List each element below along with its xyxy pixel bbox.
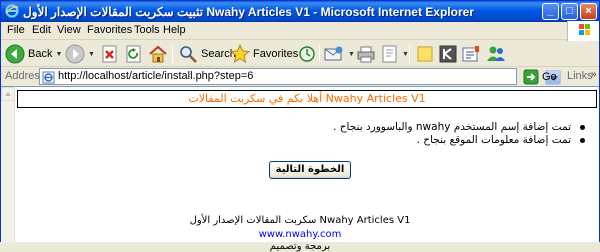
k-letter-icon <box>439 45 457 63</box>
stop-button[interactable] <box>101 43 119 65</box>
refresh-button[interactable] <box>125 43 143 65</box>
minimize-button[interactable]: _ <box>542 3 559 20</box>
menu-favorites[interactable]: Favorites <box>87 24 132 36</box>
address-bar: Address http://localhost/article/install… <box>1 67 599 86</box>
close-button[interactable]: × <box>580 3 597 20</box>
forward-arrow-icon <box>65 44 85 64</box>
history-button[interactable] <box>297 43 317 65</box>
links-label[interactable]: Links <box>567 70 593 82</box>
mail-dropdown-icon[interactable]: ▼ <box>348 51 355 58</box>
menu-view[interactable]: View <box>57 24 81 36</box>
go-arrow-icon <box>523 69 539 84</box>
windows-logo-icon <box>567 21 599 41</box>
go-label: Go <box>542 70 557 83</box>
next-step-button[interactable]: الخطوة التالية <box>269 161 351 179</box>
scroll-up-button[interactable] <box>1 87 15 101</box>
browser-window: تثبيت سكربت المقالات الإصدار الأول Nwahy… <box>0 0 600 252</box>
search-icon <box>180 46 197 63</box>
window-title: تثبيت سكربت المقالات الإصدار الأول Nwahy… <box>23 5 474 19</box>
home-icon <box>149 45 167 63</box>
menu-edit[interactable]: Edit <box>32 24 51 36</box>
edit-button[interactable]: ▼ <box>381 43 409 65</box>
back-button[interactable]: Back ▼ <box>5 43 62 65</box>
history-icon <box>299 46 315 62</box>
chevron-right-icon[interactable]: » <box>591 69 597 80</box>
menu-bar: File Edit View Favorites Tools Help <box>1 22 599 40</box>
toolbar: Back ▼ ▼ Search Favorites ▼ ▼ <box>1 41 599 67</box>
home-button[interactable] <box>148 43 168 65</box>
refresh-icon <box>126 45 141 63</box>
favorites-button[interactable]: Favorites <box>230 43 298 65</box>
edit-dropdown-icon[interactable]: ▼ <box>402 51 409 58</box>
research-icon <box>462 46 479 62</box>
favorites-star-icon <box>230 44 250 64</box>
menu-file[interactable]: File <box>7 24 25 36</box>
note-icon <box>417 46 433 62</box>
title-bar[interactable]: تثبيت سكربت المقالات الإصدار الأول Nwahy… <box>1 1 599 22</box>
discuss-button[interactable] <box>415 43 435 65</box>
favorites-label: Favorites <box>253 48 299 60</box>
footer-link-line: www.nwahy.com <box>1 229 599 240</box>
menu-tools[interactable]: Tools <box>134 24 160 36</box>
status-message: تمت إضافة إسم المستخدم nwahy والباسوورد … <box>189 121 589 134</box>
messenger-people-icon <box>487 46 505 61</box>
address-url[interactable]: http://localhost/article/install.php?ste… <box>58 70 253 82</box>
back-dropdown-icon[interactable]: ▼ <box>55 51 62 58</box>
forward-dropdown-icon[interactable]: ▼ <box>88 51 95 58</box>
welcome-banner: أهلا بكم في سكربت المقالات Nwahy Article… <box>17 90 597 108</box>
mail-button[interactable]: ▼ <box>323 43 355 65</box>
status-message: تمت إضافة معلومات الموقع بنجاح . <box>189 134 589 147</box>
edit-page-icon <box>382 45 397 63</box>
menu-help[interactable]: Help <box>163 24 186 36</box>
address-input[interactable]: http://localhost/article/install.php?ste… <box>39 68 561 85</box>
messenger-button[interactable] <box>485 43 507 65</box>
research-button[interactable] <box>461 43 481 65</box>
messenger-k-button[interactable] <box>438 43 458 65</box>
toolbar-separator <box>319 45 320 63</box>
footer-link[interactable]: www.nwahy.com <box>259 229 342 240</box>
back-arrow-icon <box>5 44 25 64</box>
back-label: Back <box>28 48 53 60</box>
ie-logo-icon <box>5 4 19 18</box>
stop-icon <box>102 45 117 63</box>
welcome-text: أهلا بكم في سكربت المقالات Nwahy Article… <box>188 92 426 105</box>
forward-button[interactable]: ▼ <box>65 43 95 65</box>
mail-icon <box>324 46 343 61</box>
page-icon <box>42 71 55 84</box>
print-button[interactable] <box>356 43 376 65</box>
footer-title: سكربت المقالات الإصدار الأول Nwahy Artic… <box>189 215 411 226</box>
go-button[interactable]: Go <box>523 68 557 85</box>
printer-icon <box>357 46 375 63</box>
status-messages: تمت إضافة إسم المستخدم nwahy والباسوورد … <box>189 121 589 147</box>
toolbar-separator <box>409 45 410 63</box>
toolbar-separator <box>172 45 173 63</box>
maximize-button[interactable]: □ <box>561 3 578 20</box>
page-content: أهلا بكم في سكربت المقالات Nwahy Article… <box>1 86 599 252</box>
search-button[interactable]: Search <box>178 43 236 65</box>
footer-credit: برمجة وتصميم <box>269 241 331 252</box>
